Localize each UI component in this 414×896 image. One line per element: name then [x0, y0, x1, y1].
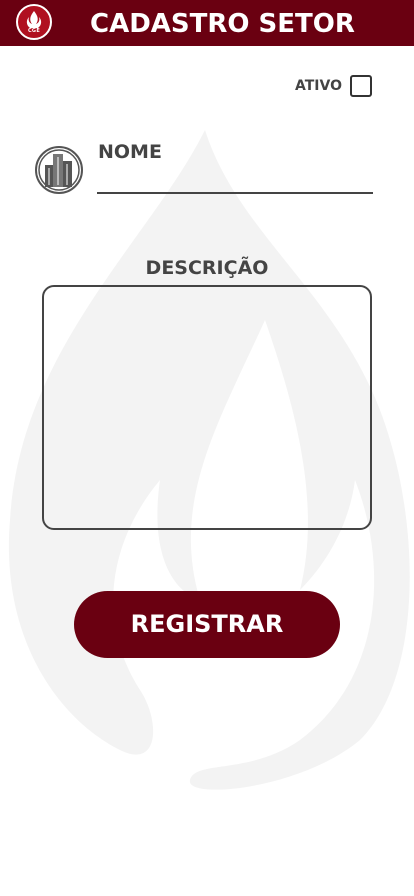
register-button[interactable]: REGISTRAR [74, 591, 340, 658]
name-label: NOME [98, 141, 162, 163]
description-textarea[interactable] [42, 285, 372, 530]
description-label: DESCRIÇÃO [145, 257, 269, 279]
building-icon [35, 146, 83, 194]
active-checkbox[interactable] [350, 75, 372, 97]
page-title: CADASTRO SETOR [90, 9, 355, 39]
active-label: ATIVO [295, 78, 342, 94]
name-input[interactable] [97, 168, 373, 194]
logo-text: CGE [27, 28, 41, 34]
app-header: CGE CADASTRO SETOR [0, 0, 414, 46]
logo: CGE [16, 4, 52, 40]
